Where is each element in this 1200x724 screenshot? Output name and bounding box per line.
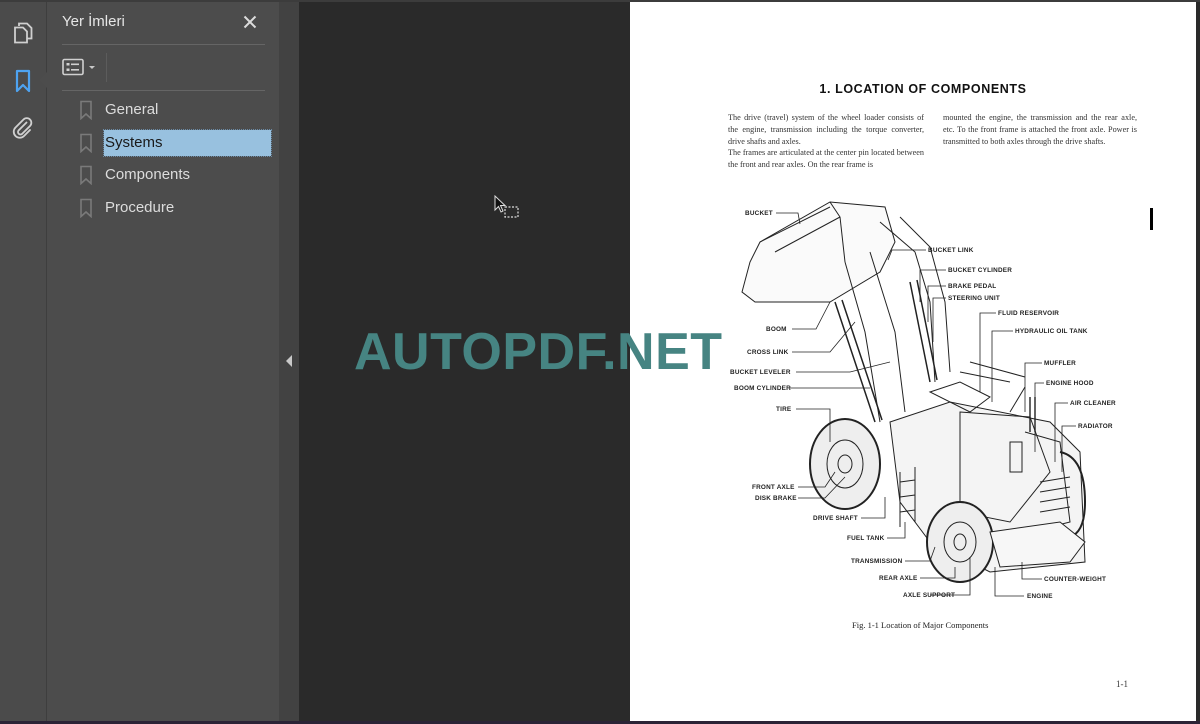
collapse-left-icon[interactable] (286, 355, 292, 367)
loader-drawing (741, 201, 1087, 583)
divider (62, 44, 265, 45)
label-fluid-reservoir: FLUID RESERVOIR (998, 310, 1060, 317)
label-hydraulic-oil-tank: HYDRAULIC OIL TANK (1015, 328, 1088, 335)
page-gutter (1196, 2, 1200, 721)
label-engine-hood: ENGINE HOOD (1046, 380, 1094, 387)
label-brake-pedal: BRAKE PEDAL (948, 283, 997, 290)
page-number: 1-1 (1116, 679, 1128, 689)
label-transmission: TRANSMISSION (851, 558, 903, 565)
label-axle-support: AXLE SUPPORT (903, 592, 956, 599)
label-steering-unit: STEERING UNIT (948, 295, 1000, 302)
label-radiator: RADIATOR (1078, 423, 1113, 430)
bookmark-item-procedure[interactable]: Procedure (79, 195, 175, 221)
bookmarks-button[interactable] (8, 66, 38, 96)
bookmarks-panel: Yer İmleri General Systems Components Pr… (47, 2, 279, 721)
panel-collapse-splitter[interactable] (279, 2, 299, 721)
chevron-down-icon (89, 66, 95, 69)
label-air-cleaner: AIR CLEANER (1070, 400, 1116, 407)
active-tab-pointer (39, 72, 47, 88)
label-drive-shaft: DRIVE SHAFT (813, 515, 858, 522)
attachments-button[interactable] (8, 113, 38, 143)
toolbar-separator (106, 53, 107, 82)
navigation-rail (0, 2, 47, 721)
close-icon (243, 15, 257, 29)
label-bucket: BUCKET (745, 210, 773, 217)
bookmark-item-systems[interactable]: Systems (79, 129, 272, 157)
list-options-icon (62, 58, 84, 76)
label-front-axle: FRONT AXLE (752, 484, 795, 491)
label-bucket-link: BUCKET LINK (928, 247, 974, 254)
bookmark-icon (15, 69, 31, 93)
label-fuel-tank: FUEL TANK (847, 535, 885, 542)
label-counter-weight: COUNTER-WEIGHT (1044, 576, 1107, 583)
label-disk-brake: DISK BRAKE (755, 495, 797, 502)
pages-icon (14, 22, 33, 44)
bookmark-icon (79, 165, 93, 185)
label-rear-axle: REAR AXLE (879, 575, 918, 582)
label-cross-link: CROSS LINK (747, 349, 789, 356)
label-tire: TIRE (776, 406, 792, 413)
attachment-icon (12, 117, 33, 139)
divider (62, 90, 265, 91)
label-bucket-leveler: BUCKET LEVELER (730, 369, 791, 376)
label-boom-cylinder: BOOM CYLINDER (734, 385, 791, 392)
watermark-text: AUTOPDF.NET (354, 323, 723, 381)
label-muffler: MUFFLER (1044, 360, 1076, 367)
close-panel-button[interactable] (238, 10, 262, 34)
page-thumbnails-button[interactable] (8, 18, 38, 48)
bookmark-options-button[interactable] (62, 54, 100, 80)
figure-caption: Fig. 1-1 Location of Major Components (852, 620, 989, 630)
bookmark-label: Components (105, 166, 191, 183)
drag-select-cursor-icon (494, 195, 519, 218)
bookmark-label-selected: Systems (103, 129, 272, 157)
panel-title: Yer İmleri (62, 13, 125, 30)
label-bucket-cylinder: BUCKET CYLINDER (948, 267, 1013, 274)
bookmark-icon (79, 133, 93, 153)
bookmark-label: Procedure (105, 199, 175, 216)
bookmark-icon (79, 100, 93, 120)
label-engine: ENGINE (1027, 593, 1053, 600)
bookmark-label: General (105, 101, 159, 118)
bookmark-icon (79, 198, 93, 218)
bookmark-item-general[interactable]: General (79, 97, 159, 123)
label-boom: BOOM (766, 326, 787, 333)
bookmark-item-components[interactable]: Components (79, 162, 191, 188)
